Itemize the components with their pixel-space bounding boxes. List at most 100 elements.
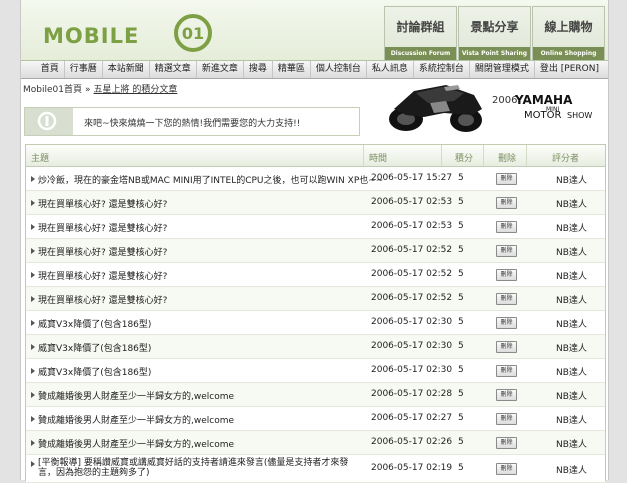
delete-button[interactable]: 刪除	[496, 463, 517, 475]
bullet-arrow-icon	[31, 461, 35, 467]
article-subject-link[interactable]: 贊成離婚後男人財產至少一半歸女方的,welcome	[38, 437, 234, 450]
rater-name[interactable]: NB達人	[556, 197, 587, 210]
motorcycle-image	[384, 79, 486, 134]
rating-time: 2006-05-17 02:26	[371, 437, 453, 447]
ad-motor: MOTOR	[524, 110, 562, 121]
header-score: 積分	[455, 154, 474, 164]
score-value: 5	[458, 293, 464, 303]
bullet-arrow-icon	[31, 272, 35, 278]
menu-item-logout[interactable]: 登出 [PERON]	[533, 61, 604, 78]
logo-badge-icon: 01	[174, 14, 212, 52]
article-subject-link[interactable]: 現在買單核心好? 還是雙核心好?	[38, 293, 167, 306]
table-row: 現在買單核心好? 還是雙核心好? 2006-05-17 02:52 5 刪除 N…	[26, 263, 605, 287]
delete-button[interactable]: 刪除	[496, 365, 517, 377]
delete-button[interactable]: 刪除	[496, 341, 517, 353]
menu-item-new-articles[interactable]: 新進文章	[195, 61, 243, 78]
article-subject-link[interactable]: 威寶V3x降價了(包含186型)	[38, 365, 151, 378]
menu-item-close-admin[interactable]: 關閉管理模式	[468, 61, 534, 78]
rater-name[interactable]: NB達人	[556, 413, 587, 426]
tab-online-shopping[interactable]: 線上購物 Online Shopping	[532, 6, 605, 60]
yamaha-ad-banner[interactable]: 2006 YAMAHA MINI MOTOR SHOW	[384, 79, 607, 134]
rater-name[interactable]: NB達人	[556, 173, 587, 186]
rater-name[interactable]: NB達人	[556, 437, 587, 450]
delete-button[interactable]: 刪除	[496, 389, 517, 401]
breadcrumb-separator: »	[84, 85, 91, 95]
article-subject-link[interactable]: [平衡報導] 要稱讚威寶或講威寶好話的支持者請進來發言(儘量是支持者才來發言，因…	[38, 458, 358, 478]
bullet-arrow-icon	[31, 368, 35, 374]
delete-button[interactable]: 刪除	[496, 173, 517, 185]
rater-name[interactable]: NB達人	[556, 245, 587, 258]
menu-item-highlights[interactable]: 精華區	[271, 61, 310, 78]
rater-name[interactable]: NB達人	[556, 463, 587, 476]
score-value: 5	[458, 245, 464, 255]
menu-item-home[interactable]: 首頁	[36, 61, 64, 78]
article-subject-link[interactable]: 炒冷飯，現在的豪金塔NB或MAC MINI用了INTEL的CPU之後，也可以跑W…	[38, 173, 383, 186]
score-value: 5	[458, 269, 464, 279]
table-row: 現在買單核心好? 還是雙核心好? 2006-05-17 02:53 5 刪除 N…	[26, 191, 605, 215]
delete-button[interactable]: 刪除	[496, 269, 517, 281]
tab-label: 討論群組	[396, 20, 445, 34]
bullet-arrow-icon	[31, 320, 35, 326]
menu-item-system-panel[interactable]: 系統控制台	[412, 61, 469, 78]
breadcrumb: Mobile01首頁» 五星上將 的積分文章	[23, 82, 177, 95]
tab-sublabel: Vista Point Sharing	[459, 47, 530, 60]
delete-button[interactable]: 刪除	[496, 221, 517, 233]
bullet-arrow-icon	[31, 296, 35, 302]
menu-item-site-news[interactable]: 本站新聞	[101, 61, 149, 78]
rater-name[interactable]: NB達人	[556, 269, 587, 282]
tab-vista-point-sharing[interactable]: 景點分享 Vista Point Sharing	[458, 6, 531, 60]
breadcrumb-current[interactable]: 五星上將 的積分文章	[94, 85, 178, 95]
score-value: 5	[458, 317, 464, 327]
article-subject-link[interactable]: 贊成離婚後男人財產至少一半歸女方的,welcome	[38, 413, 234, 426]
delete-button[interactable]: 刪除	[496, 413, 517, 425]
ad-year: 2006	[492, 95, 518, 106]
rater-name[interactable]: NB達人	[556, 293, 587, 306]
rating-time: 2006-05-17 02:30	[371, 317, 453, 327]
article-subject-link[interactable]: 現在買單核心好? 還是雙核心好?	[38, 221, 167, 234]
menu-item-featured[interactable]: 精選文章	[148, 61, 196, 78]
menu-item-messages[interactable]: 私人訊息	[365, 61, 413, 78]
rater-name[interactable]: NB達人	[556, 389, 587, 402]
header-subject: 主題	[31, 154, 50, 164]
score-value: 5	[458, 341, 464, 351]
table-row: 贊成離婚後男人財產至少一半歸女方的,welcome 2006-05-17 02:…	[26, 407, 605, 431]
rater-name[interactable]: NB達人	[556, 317, 587, 330]
menu-item-calendar[interactable]: 行事曆	[63, 61, 102, 78]
table-row: [平衡報導] 要稱讚威寶或講威寶好話的支持者請進來發言(儘量是支持者才來發言，因…	[26, 455, 605, 483]
bullet-arrow-icon	[31, 200, 35, 206]
rater-name[interactable]: NB達人	[556, 341, 587, 354]
table-row: 威寶V3x降價了(包含186型) 2006-05-17 02:30 5 刪除 N…	[26, 359, 605, 383]
delete-button[interactable]: 刪除	[496, 197, 517, 209]
delete-button[interactable]: 刪除	[496, 245, 517, 257]
table-row: 現在買單核心好? 還是雙核心好? 2006-05-17 02:53 5 刪除 N…	[26, 215, 605, 239]
tab-label: 線上購物	[544, 20, 593, 34]
column-divider	[441, 145, 442, 166]
tab-discussion-forum[interactable]: 討論群組 Discussion Forum	[384, 6, 457, 60]
breadcrumb-home-link[interactable]: Mobile01首頁	[23, 85, 82, 95]
menu-item-search[interactable]: 搜尋	[242, 61, 272, 78]
bullet-arrow-icon	[31, 416, 35, 422]
tab-sublabel: Discussion Forum	[385, 47, 456, 60]
article-subject-link[interactable]: 現在買單核心好? 還是雙核心好?	[38, 197, 167, 210]
bullet-arrow-icon	[31, 248, 35, 254]
delete-button[interactable]: 刪除	[496, 437, 517, 449]
delete-button[interactable]: 刪除	[496, 317, 517, 329]
delete-button[interactable]: 刪除	[496, 293, 517, 305]
rater-name[interactable]: NB達人	[556, 365, 587, 378]
top-menu-bar: 首頁 行事曆 本站新聞 精選文章 新進文章 搜尋 精華區 個人控制台 私人訊息 …	[21, 61, 608, 79]
table-row: 贊成離婚後男人財產至少一半歸女方的,welcome 2006-05-17 02:…	[26, 383, 605, 407]
menu-item-user-panel[interactable]: 個人控制台	[309, 61, 366, 78]
bullet-arrow-icon	[31, 224, 35, 230]
logo-text: MOBILE	[43, 24, 140, 48]
article-subject-link[interactable]: 現在買單核心好? 還是雙核心好?	[38, 245, 167, 258]
notice-text: 來吧~快來燒燒一下您的熱情!我們需要您的大力支持!!	[84, 119, 301, 129]
article-subject-link[interactable]: 威寶V3x降價了(包含186型)	[38, 317, 151, 330]
rating-time: 2006-05-17 02:30	[371, 341, 453, 351]
article-subject-link[interactable]: 威寶V3x降價了(包含186型)	[38, 341, 151, 354]
article-subject-link[interactable]: 贊成離婚後男人財產至少一半歸女方的,welcome	[38, 389, 234, 402]
rater-name[interactable]: NB達人	[556, 221, 587, 234]
score-value: 5	[458, 365, 464, 375]
ad-brand: YAMAHA	[515, 93, 573, 107]
article-subject-link[interactable]: 現在買單核心好? 還是雙核心好?	[38, 269, 167, 282]
table-row: 贊成離婚後男人財產至少一半歸女方的,welcome 2006-05-17 02:…	[26, 431, 605, 455]
